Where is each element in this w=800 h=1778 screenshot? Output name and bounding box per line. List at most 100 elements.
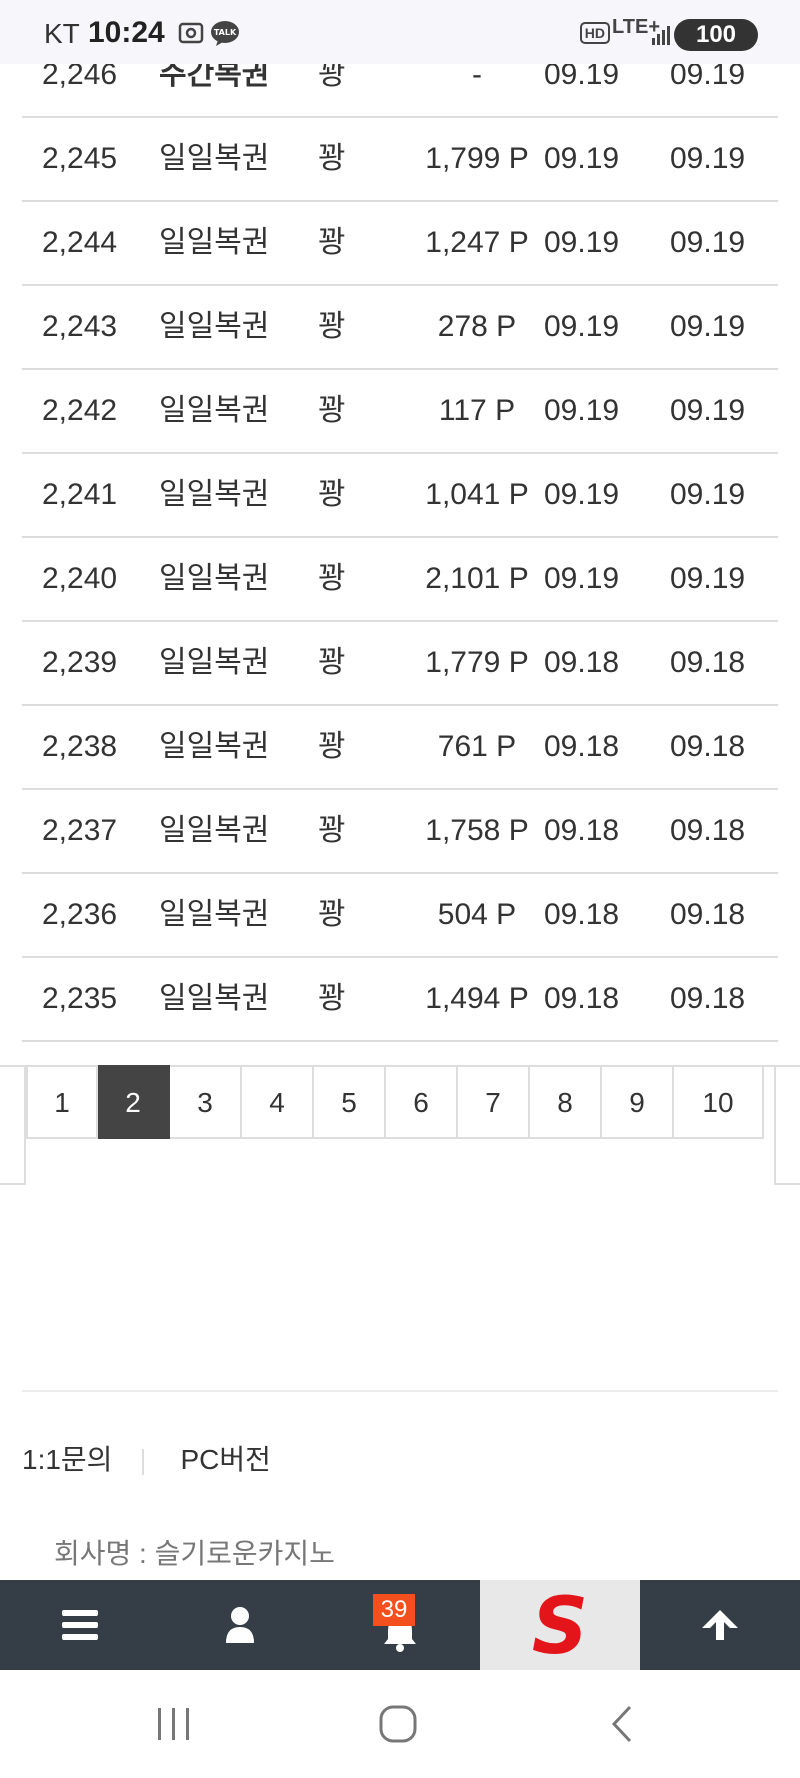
table-row: 2,238 일일복권 꽝 761 P 09.18 09.18 xyxy=(22,706,778,790)
scroll-top-button[interactable] xyxy=(640,1580,800,1670)
row-payout-date: 09.19 xyxy=(670,310,746,343)
row-points: 1,494 P xyxy=(425,982,529,1015)
row-draw-date: 09.19 xyxy=(544,310,620,343)
page-9-button[interactable]: 9 xyxy=(602,1065,674,1139)
row-number: 2,238 xyxy=(42,730,118,763)
company-name: 회사명 : 슬기로운카지노 xyxy=(54,1538,335,1569)
row-number: 2,239 xyxy=(42,646,118,679)
kakaotalk-icon: TALK xyxy=(211,21,239,46)
footer-links: 1:1문의 PC버전 xyxy=(22,1438,271,1478)
row-payout-date: 09.18 xyxy=(670,898,746,931)
page-3-button[interactable]: 3 xyxy=(170,1065,242,1139)
row-number: 2,243 xyxy=(42,310,118,343)
row-points: 1,041 P xyxy=(425,478,529,511)
page-7-button[interactable]: 7 xyxy=(458,1065,530,1139)
recent-apps-icon[interactable] xyxy=(154,1706,194,1742)
row-lottery-type: 일일복권 xyxy=(159,478,270,511)
site-logo-button[interactable]: S xyxy=(480,1580,640,1670)
profile-button[interactable] xyxy=(160,1580,320,1670)
row-points: 1,779 P xyxy=(425,646,529,679)
system-navigation-bar xyxy=(0,1670,800,1778)
row-draw-date: 09.18 xyxy=(544,814,620,847)
row-number: 2,244 xyxy=(42,226,118,259)
row-lottery-type: 일일복권 xyxy=(159,646,270,679)
signal-icon xyxy=(652,26,670,45)
row-draw-date: 09.18 xyxy=(544,898,620,931)
pagination-left-edge xyxy=(0,1067,26,1185)
row-number: 2,245 xyxy=(42,142,118,175)
home-icon[interactable] xyxy=(378,1704,418,1744)
row-draw-date: 09.19 xyxy=(544,226,620,259)
row-payout-date: 09.19 xyxy=(670,562,746,595)
row-result: 꽝 xyxy=(318,982,346,1015)
row-result: 꽝 xyxy=(318,646,346,679)
hamburger-menu-icon xyxy=(62,1610,98,1640)
svg-text:TALK: TALK xyxy=(214,28,237,37)
row-payout-date: 09.19 xyxy=(670,394,746,427)
row-result: 꽝 xyxy=(318,394,346,427)
row-payout-date: 09.19 xyxy=(670,226,746,259)
logo-letter: S xyxy=(532,1587,588,1663)
row-payout-date: 09.19 xyxy=(670,142,746,175)
page-8-button[interactable]: 8 xyxy=(530,1065,602,1139)
lottery-history-table: 2,246 주간복권 꽝 -09.19 09.19 2,245 일일복권 꽝 1,799 P 09… xyxy=(22,34,778,1042)
table-row: 2,241 일일복권 꽝 1,041 P 09.19 09.19 xyxy=(22,454,778,538)
table-row: 2,239 일일복권 꽝 1,779 P 09.18 09.18 xyxy=(22,622,778,706)
screenshot-icon xyxy=(178,22,204,44)
row-points: 278 P xyxy=(437,310,517,343)
row-points: 1,799 P xyxy=(425,142,529,175)
page-5-button[interactable]: 5 xyxy=(314,1065,386,1139)
page-2-button[interactable]: 2 xyxy=(98,1065,170,1139)
row-lottery-type: 일일복권 xyxy=(159,142,270,175)
carrier-label: KT xyxy=(44,18,80,49)
table-row: 2,235 일일복권 꽝 1,494 P 09.18 09.18 xyxy=(22,958,778,1042)
row-payout-date: 09.18 xyxy=(670,646,746,679)
status-bar: KT 10:24 TALK HD LTE+ 100 xyxy=(0,0,800,64)
site-logo-icon: S xyxy=(532,1587,588,1663)
back-icon[interactable] xyxy=(608,1704,636,1744)
row-payout-date: 09.19 xyxy=(670,478,746,511)
row-lottery-type: 일일복권 xyxy=(159,814,270,847)
row-draw-date: 09.19 xyxy=(544,562,620,595)
row-draw-date: 09.18 xyxy=(544,730,620,763)
page-4-button[interactable]: 4 xyxy=(242,1065,314,1139)
row-number: 2,235 xyxy=(42,982,118,1015)
row-lottery-type: 일일복권 xyxy=(159,898,270,931)
row-lottery-type: 일일복권 xyxy=(159,562,270,595)
row-result: 꽝 xyxy=(318,898,346,931)
row-lottery-type: 일일복권 xyxy=(159,226,270,259)
bottom-toolbar: 39 S xyxy=(0,1580,800,1670)
row-lottery-type: 일일복권 xyxy=(159,394,270,427)
row-result: 꽝 xyxy=(318,730,346,763)
row-result: 꽝 xyxy=(318,562,346,595)
row-points: 1,758 P xyxy=(425,814,529,847)
row-points: 761 P xyxy=(437,730,517,763)
row-number: 2,236 xyxy=(42,898,118,931)
inquiry-link[interactable]: 1:1문의 xyxy=(22,1444,112,1475)
row-result: 꽝 xyxy=(318,310,346,343)
hd-voice-icon: HD xyxy=(579,22,610,44)
notification-badge: 39 xyxy=(373,1594,415,1626)
row-payout-date: 09.18 xyxy=(670,982,746,1015)
page-10-button[interactable]: 10 xyxy=(674,1065,764,1139)
row-draw-date: 09.19 xyxy=(544,142,620,175)
row-number: 2,237 xyxy=(42,814,118,847)
row-number: 2,242 xyxy=(42,394,118,427)
row-result: 꽝 xyxy=(318,478,346,511)
arrow-up-icon xyxy=(702,1610,738,1640)
table-row: 2,236 일일복권 꽝 504 P 09.18 09.18 xyxy=(22,874,778,958)
table-row: 2,245 일일복권 꽝 1,799 P 09.19 09.19 xyxy=(22,118,778,202)
table-row: 2,243 일일복권 꽝 278 P 09.19 09.19 xyxy=(22,286,778,370)
row-draw-date: 09.19 xyxy=(544,478,620,511)
row-result: 꽝 xyxy=(318,226,346,259)
page-1-button[interactable]: 1 xyxy=(26,1065,98,1139)
row-result: 꽝 xyxy=(318,142,346,175)
row-points: 2,101 P xyxy=(425,562,529,595)
pc-version-link[interactable]: PC버전 xyxy=(180,1444,270,1475)
table-row: 2,244 일일복권 꽝 1,247 P 09.19 09.19 xyxy=(22,202,778,286)
menu-button[interactable] xyxy=(0,1580,160,1670)
footer-separator xyxy=(142,1448,145,1475)
row-payout-date: 09.18 xyxy=(670,730,746,763)
page-6-button[interactable]: 6 xyxy=(386,1065,458,1139)
row-draw-date: 09.18 xyxy=(544,982,620,1015)
